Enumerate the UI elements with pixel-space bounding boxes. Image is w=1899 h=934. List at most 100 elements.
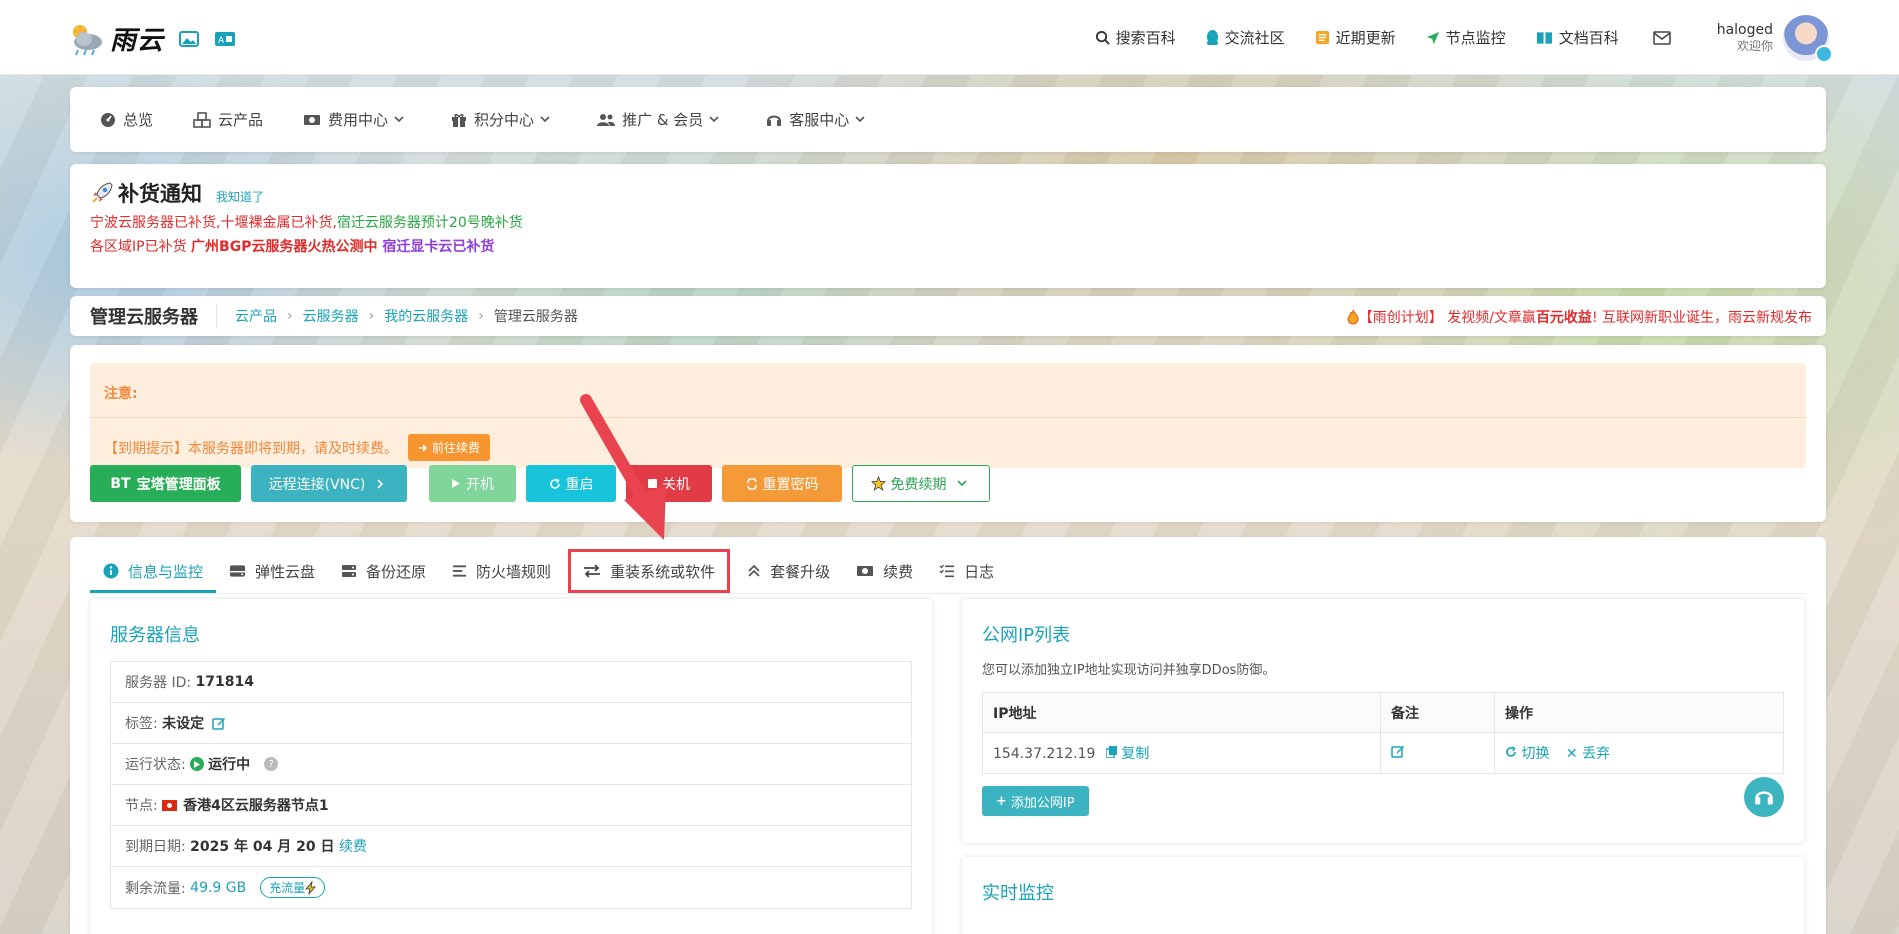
topnav-node-monitor[interactable]: 节点监控 <box>1426 27 1506 48</box>
chevron-right-icon <box>377 478 384 489</box>
chevron-down-icon <box>956 480 967 487</box>
tab-info-monitor[interactable]: 信息与监控 <box>90 551 217 593</box>
info-row-node: 节点: 香港4区云服务器节点1 <box>111 785 911 826</box>
tab-firewall[interactable]: 防火墙规则 <box>439 551 564 591</box>
recharge-traffic-button[interactable]: 充流量 <box>260 877 326 898</box>
help-icon[interactable]: ? <box>264 757 279 771</box>
topnav-label: 近期更新 <box>1335 29 1396 47</box>
breadcrumb: 云产品 › 云服务器 › 我的云服务器 › 管理云服务器 <box>235 306 578 326</box>
btn-label: 开机 <box>466 476 494 493</box>
realtime-monitor-card: 实时监控 <box>962 857 1804 934</box>
tab-plan-upgrade[interactable]: 套餐升级 <box>734 551 843 591</box>
breadcrumb-cloud-servers[interactable]: 云服务器 <box>303 306 359 326</box>
tab-label: 套餐升级 <box>770 562 831 581</box>
tab-divider <box>90 593 1806 594</box>
vnc-button[interactable]: 远程连接(VNC) <box>251 465 407 502</box>
tab-elastic-disk[interactable]: 弹性云盘 <box>216 551 328 591</box>
double-chevron-up-icon <box>748 564 760 577</box>
topnav-search-wiki[interactable]: 搜索百科 <box>1095 27 1176 48</box>
nav-support[interactable]: 客服中心 <box>766 109 872 130</box>
nav-overview[interactable]: 总览 <box>100 109 153 130</box>
alert-message: 【到期提示】本服务器即将到期，请及时续费。 <box>104 440 398 457</box>
btn-label: 宝塔管理面板 <box>136 476 221 493</box>
topnav-label: 节点监控 <box>1445 29 1506 47</box>
translate-icon[interactable]: A <box>214 30 236 48</box>
notice-dismiss-link[interactable]: 我知道了 <box>216 188 264 205</box>
topnav-community[interactable]: 交流社区 <box>1206 27 1285 48</box>
nav-billing[interactable]: 费用中心 <box>303 109 411 130</box>
mail-button[interactable] <box>1652 30 1677 45</box>
nav-label: 云产品 <box>218 111 264 129</box>
bt-panel-button[interactable]: BT 宝塔管理面板 <box>90 465 241 502</box>
server-info-title: 服务器信息 <box>110 625 200 646</box>
list-check-icon <box>939 564 955 578</box>
user-name: haloged <box>1716 21 1773 38</box>
ip-table: IP地址 备注 操作 154.37.212.19 复制 切换 ✕ 丢弃 <box>982 692 1784 774</box>
play-icon <box>452 479 460 488</box>
server-tabs-panel: 信息与监控 弹性云盘 备份还原 防火墙规则 重装系统或软件 套餐升级 续费 日志… <box>70 537 1826 934</box>
image-icon[interactable] <box>178 30 200 48</box>
customer-support-button[interactable] <box>1744 777 1784 817</box>
svg-text:A: A <box>218 36 225 46</box>
bolt-icon <box>305 880 317 895</box>
edit-icon[interactable] <box>212 716 226 730</box>
money-icon <box>304 114 321 125</box>
tab-label: 备份还原 <box>366 562 427 581</box>
tab-logs[interactable]: 日志 <box>926 551 1007 591</box>
tab-renew[interactable]: 续费 <box>843 551 926 591</box>
nav-label: 推广 & 会员 <box>622 111 704 129</box>
search-icon <box>1095 30 1110 45</box>
info-label: 到期日期: <box>125 839 186 855</box>
tab-label: 信息与监控 <box>128 562 204 581</box>
bt-logo: BT <box>110 475 131 492</box>
promo-text: ! 互联网新职业诞生，雨云新规发布 <box>1591 310 1812 326</box>
remark-col-header: 备注 <box>1380 692 1495 733</box>
shutdown-button[interactable]: 关机 <box>626 465 712 502</box>
restart-button[interactable]: 重启 <box>526 465 616 502</box>
btn-label: 免费续期 <box>890 476 947 493</box>
info-value: 运行中 <box>208 757 251 773</box>
edit-icon[interactable] <box>1391 744 1405 758</box>
brand-name: 雨云 <box>110 26 165 56</box>
breadcrumb-my-servers[interactable]: 我的云服务器 <box>384 306 468 326</box>
user-menu[interactable]: haloged 欢迎你 <box>1716 14 1833 63</box>
start-button[interactable]: 开机 <box>429 465 516 502</box>
info-value: 2025 年 04 月 20 日 <box>190 839 335 855</box>
avatar[interactable] <box>1783 14 1833 63</box>
plus-icon: + <box>996 793 1007 809</box>
free-renew-dropdown[interactable]: 免费续期 <box>852 465 990 502</box>
nav-promotion[interactable]: 推广 & 会员 <box>597 109 726 130</box>
renew-link[interactable]: 续费 <box>339 836 367 856</box>
sync-icon <box>746 477 757 490</box>
btn-label: 重置密码 <box>762 476 819 493</box>
restock-notice: 补货通知 我知道了 宁波云服务器已补货,十堰裸金属已补货,宿迁云服务器预计20号… <box>70 164 1826 288</box>
nav-points[interactable]: 积分中心 <box>451 109 557 130</box>
breadcrumb-separator: › <box>478 308 484 324</box>
send-icon <box>1426 31 1439 44</box>
chevron-down-icon <box>540 116 550 123</box>
info-value: 171814 <box>195 674 254 690</box>
promo-banner[interactable]: 【雨创计划】 发视频/文章赢 百元收益! 互联网新职业诞生，雨云新规发布 <box>1347 307 1812 327</box>
logo[interactable]: 雨云 A <box>68 20 236 57</box>
arrow-right-icon <box>419 443 428 452</box>
notice-line-2: 各区域IP已补货 广州BGP云服务器火热公测中 宿迁显卡云已补货 <box>90 236 1806 256</box>
go-renew-button[interactable]: 前往续费 <box>408 434 491 461</box>
tab-label: 弹性云盘 <box>255 562 316 581</box>
topnav-updates[interactable]: 近期更新 <box>1315 27 1396 48</box>
copy-ip-button[interactable]: 复制 <box>1105 746 1149 762</box>
nav-cloud-products[interactable]: 云产品 <box>193 109 263 130</box>
tab-reinstall-os[interactable]: 重装系统或软件 <box>568 549 731 593</box>
drop-ip-button[interactable]: ✕ 丢弃 <box>1566 746 1610 762</box>
topnav-docs[interactable]: 文档百科 <box>1536 27 1619 48</box>
hk-flag-icon <box>162 799 178 811</box>
tab-backup-restore[interactable]: 备份还原 <box>328 551 439 591</box>
tab-label: 日志 <box>964 562 995 581</box>
server-info-card: 服务器信息 服务器 ID: 171814 标签: 未设定 运行状态: 运行中 ?… <box>90 599 932 934</box>
info-label: 标签: <box>125 716 158 732</box>
switch-ip-button[interactable]: 切换 <box>1505 746 1554 762</box>
reset-password-button[interactable]: 重置密码 <box>722 465 842 502</box>
breadcrumb-cloud-products[interactable]: 云产品 <box>235 306 277 326</box>
breadcrumb-separator: › <box>287 308 293 324</box>
chevron-down-icon <box>855 116 865 123</box>
add-public-ip-button[interactable]: + 添加公网IP <box>982 786 1089 816</box>
